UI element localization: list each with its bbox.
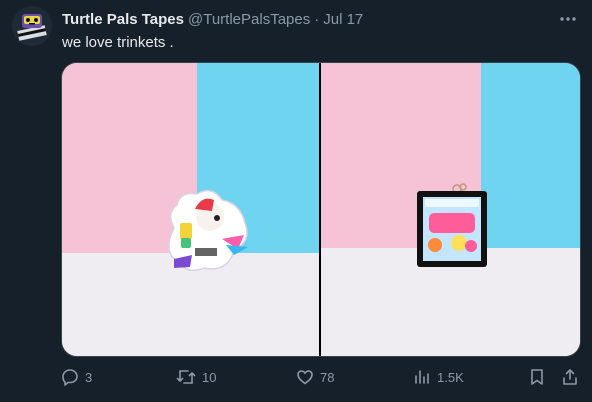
tweet-date[interactable]: Jul 17 [323,11,363,28]
cassette-keychain-photo [321,63,580,356]
tweet-text: we love trinkets . [62,34,174,51]
bookmark-icon [531,369,543,385]
avatar-turtle-image [12,6,52,46]
like-count: 78 [320,369,335,385]
keychain-charm-photo [62,63,319,356]
heart-icon [297,370,313,385]
display-name[interactable]: Turtle Pals Tapes [62,11,184,28]
tweet-header: Turtle Pals Tapes @TurtlePalsTapes · Jul… [62,9,592,29]
photo-right[interactable] [321,63,580,356]
reply-button[interactable]: 3 [61,367,92,387]
media-grid [61,62,581,357]
tweet-actions: 3 10 78 1.5K [61,367,579,387]
repost-button[interactable]: 10 [176,367,216,387]
analytics-icon [415,370,429,384]
views-button[interactable]: 1.5K [413,367,464,387]
reply-icon [62,369,78,386]
user-handle[interactable]: @TurtlePalsTapes [188,11,310,28]
tweet: Turtle Pals Tapes @TurtlePalsTapes · Jul… [0,0,592,402]
repost-icon [176,370,196,384]
share-button[interactable] [561,367,579,387]
repost-count: 10 [202,369,217,385]
more-icon [560,17,576,21]
view-count: 1.5K [437,369,464,385]
share-icon [563,369,577,385]
photo-left[interactable] [62,63,319,356]
bookmark-button[interactable] [529,367,545,387]
like-button[interactable]: 78 [296,367,334,387]
more-options-button[interactable] [558,9,578,29]
avatar[interactable] [12,6,52,46]
reply-count: 3 [85,369,93,385]
separator: · [314,10,320,28]
